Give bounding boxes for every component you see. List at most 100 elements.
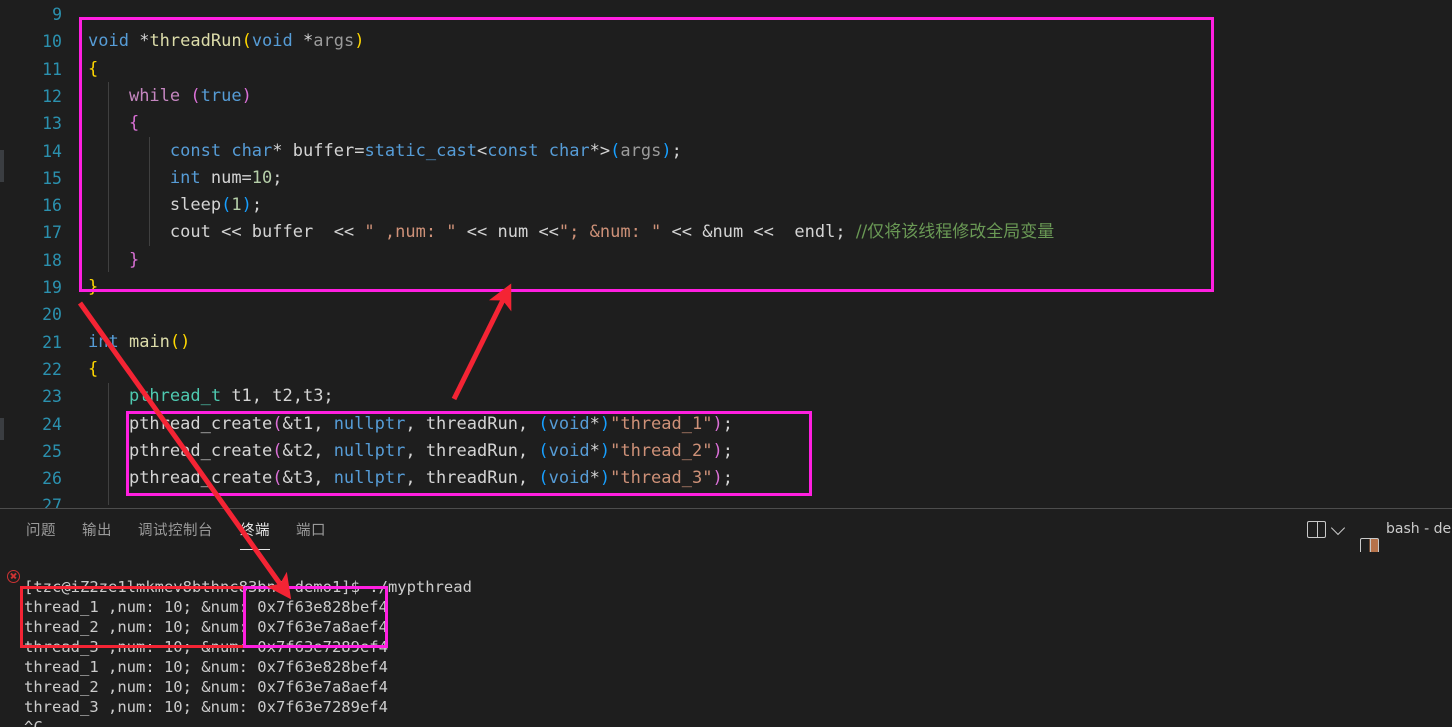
panel-tab-item[interactable]: 问题 <box>26 509 56 552</box>
code-line[interactable]: 10 void *threadRun(void *args) <box>0 28 1452 55</box>
code-token: ) <box>712 413 723 434</box>
code-token: &t2, <box>282 440 334 461</box>
code-line[interactable]: 23 pthread_t t1, t2,t3; <box>0 383 1452 410</box>
code-token: << <box>210 222 252 243</box>
line-number: 11 <box>42 59 62 79</box>
terminal-output[interactable]: [tzc@iZ2ze1lmkmev8bthnc83bnZ demo1]$ ./m… <box>0 552 1452 727</box>
code-token: ( <box>272 440 283 461</box>
editor-edge-marker <box>0 150 4 182</box>
code-token: } <box>88 277 99 297</box>
line-text: pthread_create(&t2, nullptr, threadRun, … <box>88 438 733 465</box>
indent-guide <box>149 137 150 246</box>
code-line[interactable]: 25 pthread_create(&t2, nullptr, threadRu… <box>0 438 1452 465</box>
code-token: static_cast <box>364 140 478 161</box>
line-text: pthread_create(&t1, nullptr, threadRun, … <box>88 411 733 438</box>
code-token: int <box>169 167 201 188</box>
code-token: * <box>128 31 150 52</box>
code-token: ; <box>671 140 682 161</box>
code-token: cout <box>169 222 211 243</box>
line-text: int num=10; <box>88 165 283 192</box>
code-token: pthread_t <box>128 386 222 407</box>
panel-tab-item[interactable]: 端口 <box>296 509 326 552</box>
code-token: args <box>313 31 355 52</box>
code-line[interactable]: 27 <box>0 492 1452 508</box>
code-token: * <box>589 440 600 461</box>
line-text: { <box>88 356 98 383</box>
code-token: "thread_2" <box>610 440 713 461</box>
code-token: pthread_create <box>128 468 273 489</box>
code-token: endl <box>794 222 836 243</box>
terminal-instance-label[interactable]: bash - dem <box>1386 521 1452 537</box>
chevron-down-icon[interactable] <box>1330 520 1346 536</box>
code-token: char <box>231 140 273 161</box>
code-token: "thread_1" <box>610 413 713 434</box>
code-token: * <box>589 468 600 489</box>
code-line[interactable]: 16 sleep(1); <box>0 192 1452 219</box>
line-number: 21 <box>42 332 62 352</box>
panel-tab-terminal[interactable]: 终端 <box>240 509 270 552</box>
panel-tab-item[interactable]: 调试控制台 <box>138 509 213 552</box>
code-token: ; <box>722 413 733 434</box>
line-number: 25 <box>42 441 62 461</box>
code-token: << <box>661 222 703 243</box>
terminal-line: ^C <box>24 718 43 727</box>
terminal-line: thread_2 ,num: 10; &num: 0x7f63e7a8aef4 <box>24 618 388 636</box>
line-number: 16 <box>42 196 62 216</box>
code-line[interactable]: 19} <box>0 274 1452 301</box>
code-token: ( <box>610 140 621 161</box>
line-number: 13 <box>42 114 62 134</box>
code-editor[interactable]: 9 10 void *threadRun(void *args) 11{12 whil… <box>0 0 1452 508</box>
code-token: ) <box>241 85 252 106</box>
code-token: int <box>88 331 119 352</box>
code-token: *> <box>589 140 611 161</box>
code-line[interactable]: 22 { <box>0 356 1452 383</box>
code-line[interactable]: 15 int num=10; <box>0 165 1452 192</box>
code-token: const <box>487 140 539 161</box>
code-token: main <box>128 331 170 352</box>
line-number: 23 <box>42 387 62 407</box>
code-token: { <box>128 113 140 134</box>
code-token: void <box>548 413 590 434</box>
line-text: } <box>88 274 98 301</box>
line-text: while (true) <box>88 83 252 110</box>
code-line[interactable]: 21 int main() <box>0 329 1452 356</box>
code-token: ( <box>272 413 283 434</box>
code-line[interactable]: 11 { <box>0 56 1452 83</box>
code-token: nullptr <box>333 413 406 434</box>
code-token: 10 <box>251 167 273 188</box>
line-text: { <box>88 110 139 137</box>
code-token: ( <box>538 413 549 434</box>
split-panel-icon[interactable] <box>1307 521 1326 538</box>
code-line[interactable]: 26 pthread_create(&t3, nullptr, threadRu… <box>0 465 1452 492</box>
line-number: 9 <box>52 5 62 24</box>
indent-guide <box>108 82 109 272</box>
code-line[interactable]: 14 const char* buffer=static_cast<const … <box>0 138 1452 165</box>
code-token: void <box>548 468 590 489</box>
code-line[interactable]: 13 { <box>0 110 1452 137</box>
code-token: while <box>128 85 181 106</box>
code-line[interactable]: 18 } <box>0 247 1452 274</box>
line-number: 26 <box>42 469 62 489</box>
code-token: ( <box>221 195 232 216</box>
code-line[interactable]: 24 pthread_create(&t1, nullptr, threadRu… <box>0 411 1452 438</box>
code-line[interactable]: 17 cout << buffer << " ,num: " << num <<… <box>0 219 1452 246</box>
code-token: ; <box>251 195 263 216</box>
terminal-line: thread_1 ,num: 10; &num: 0x7f63e828bef4 <box>24 598 388 616</box>
line-number: 17 <box>42 223 62 243</box>
terminal-line: thread_3 ,num: 10; &num: 0x7f63e7289ef4 <box>24 698 388 716</box>
code-line[interactable]: 12 while (true) <box>0 83 1452 110</box>
editor-edge-marker <box>0 418 4 440</box>
panel-tab-bar[interactable]: bash - dem 问题输出调试控制台终端端口 <box>0 509 1452 555</box>
code-line[interactable]: 9 <box>0 1 1452 28</box>
code-token: } <box>128 249 140 270</box>
panel-tab-item[interactable]: 输出 <box>82 509 112 552</box>
code-token: num <box>497 222 529 243</box>
code-token: nullptr <box>333 440 406 461</box>
error-circle-x-icon <box>7 570 20 583</box>
code-line[interactable]: 20 <box>0 301 1452 328</box>
code-token: ( <box>538 468 549 489</box>
code-token: << <box>313 222 365 243</box>
